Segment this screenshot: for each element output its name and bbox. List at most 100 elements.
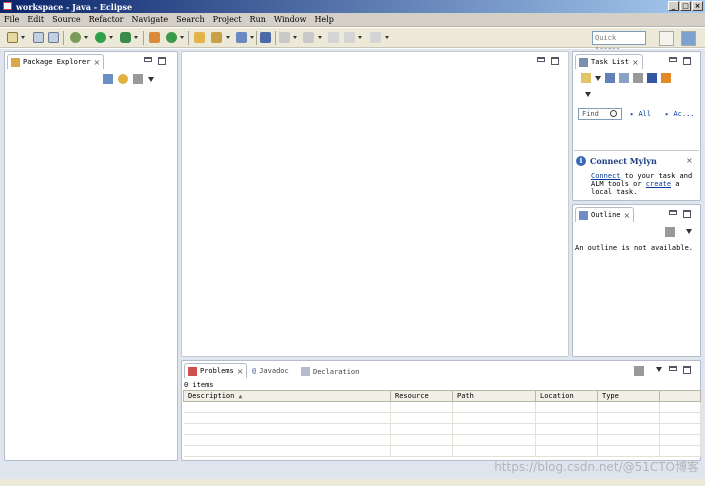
new-class-icon[interactable] <box>166 32 177 43</box>
menu-project[interactable]: Project <box>209 15 246 24</box>
tab-task-list[interactable]: Task List × <box>575 54 643 69</box>
collapse-all-icon[interactable] <box>103 74 113 84</box>
minimize-icon[interactable] <box>144 57 152 62</box>
categorized-icon[interactable] <box>605 73 615 83</box>
tab-javadoc[interactable]: @ Javadoc <box>252 367 289 375</box>
focus-icon[interactable] <box>633 73 643 83</box>
menu-source[interactable]: Source <box>48 15 85 24</box>
new-task-dropdown-icon[interactable] <box>595 75 601 81</box>
menu-run[interactable]: Run <box>246 15 270 24</box>
minimize-icon[interactable] <box>669 210 677 215</box>
save-icon[interactable] <box>33 32 44 43</box>
activate-link[interactable]: ▸ Ac... <box>665 110 695 118</box>
hide-completed-icon[interactable] <box>647 73 657 83</box>
column-type[interactable]: Type <box>597 390 660 402</box>
close-window-button[interactable]: × <box>692 1 703 11</box>
close-icon[interactable]: × <box>632 58 639 67</box>
new-dropdown-icon[interactable] <box>21 36 25 39</box>
info-icon: i <box>576 156 586 166</box>
editor-area[interactable] <box>181 51 569 357</box>
external-dropdown-icon[interactable] <box>134 36 138 39</box>
forward-dropdown-icon[interactable] <box>385 36 389 39</box>
maximize-icon[interactable] <box>158 57 166 65</box>
prev-annotation-icon[interactable] <box>303 32 314 43</box>
open-task-icon[interactable] <box>211 32 222 43</box>
mylyn-title: i Connect Mylyn <box>576 156 657 166</box>
open-task-dropdown-icon[interactable] <box>226 36 230 39</box>
link-with-editor-icon[interactable] <box>118 74 128 84</box>
connect-link[interactable]: Connect <box>591 172 621 180</box>
watermark: https://blog.csdn.net/@51CTO博客 <box>494 460 699 474</box>
maximize-window-button[interactable]: □ <box>680 1 691 11</box>
focus-icon[interactable] <box>634 366 644 376</box>
editor-minimize-icon[interactable] <box>537 57 545 62</box>
create-link[interactable]: create <box>646 180 671 188</box>
tab-package-explorer[interactable]: Package Explorer × <box>7 54 105 69</box>
quick-access-input[interactable]: Quick Access <box>592 31 646 54</box>
find-icon[interactable] <box>610 110 617 117</box>
problems-icon <box>188 366 197 376</box>
close-icon[interactable]: × <box>237 367 244 376</box>
menu-help[interactable]: Help <box>310 15 337 24</box>
run-external-icon[interactable] <box>120 32 131 43</box>
maximize-icon[interactable] <box>683 210 691 218</box>
prev-annotation-dropdown-icon[interactable] <box>318 36 322 39</box>
column-filler <box>659 390 701 402</box>
view-menu-icon[interactable] <box>148 76 154 82</box>
menu-edit[interactable]: Edit <box>23 15 48 24</box>
editor-maximize-icon[interactable] <box>551 57 559 65</box>
new-java-project-icon[interactable] <box>149 32 160 43</box>
new-class-dropdown-icon[interactable] <box>180 36 184 39</box>
debug-dropdown-icon[interactable] <box>84 36 88 39</box>
menu-search[interactable]: Search <box>172 15 208 24</box>
column-description[interactable]: Description ▲ <box>183 390 391 402</box>
new-task-icon[interactable] <box>581 73 591 83</box>
open-perspective-icon[interactable] <box>659 31 674 46</box>
focus-icon[interactable] <box>665 227 675 237</box>
view-menu-icon[interactable] <box>686 229 692 234</box>
minimize-icon[interactable] <box>669 366 677 371</box>
close-icon[interactable]: × <box>686 156 693 165</box>
close-icon[interactable]: × <box>93 58 100 67</box>
debug-icon[interactable] <box>70 32 81 43</box>
menu-refactor[interactable]: Refactor <box>85 15 128 24</box>
synchronize-icon[interactable] <box>661 73 671 83</box>
last-edit-icon[interactable] <box>328 32 339 43</box>
problems-count: 0 items <box>184 381 214 389</box>
tab-problems[interactable]: Problems × <box>184 363 248 378</box>
toggle-mark-icon[interactable] <box>260 32 271 43</box>
run-icon[interactable] <box>95 32 106 43</box>
maximize-icon[interactable] <box>683 366 691 374</box>
tab-declaration[interactable]: Declaration <box>301 367 359 376</box>
new-icon[interactable] <box>7 32 18 43</box>
back-icon[interactable] <box>344 32 355 43</box>
column-location[interactable]: Location <box>535 390 598 402</box>
maximize-icon[interactable] <box>683 57 691 65</box>
save-all-icon[interactable] <box>48 32 59 43</box>
menu-window[interactable]: Window <box>270 15 311 24</box>
java-perspective-icon[interactable] <box>681 31 696 46</box>
menu-navigate[interactable]: Navigate <box>127 15 172 24</box>
outline-label: Outline <box>591 211 621 219</box>
close-icon[interactable]: × <box>624 211 631 220</box>
view-menu-icon[interactable] <box>656 367 662 372</box>
tab-outline[interactable]: Outline × <box>575 207 635 222</box>
back-dropdown-icon[interactable] <box>358 36 362 39</box>
column-path[interactable]: Path <box>452 390 536 402</box>
search-dropdown-icon[interactable] <box>250 36 254 39</box>
minimize-icon[interactable] <box>669 57 677 62</box>
run-dropdown-icon[interactable] <box>109 36 113 39</box>
next-annotation-dropdown-icon[interactable] <box>293 36 297 39</box>
menu-file[interactable]: File <box>0 15 23 24</box>
column-resource[interactable]: Resource <box>390 390 453 402</box>
forward-icon[interactable] <box>370 32 381 43</box>
all-link[interactable]: ▸ All <box>630 110 651 118</box>
view-menu-icon[interactable] <box>585 92 591 97</box>
open-type-icon[interactable] <box>194 32 205 43</box>
focus-icon[interactable] <box>133 74 143 84</box>
minimize-window-button[interactable]: _ <box>668 1 679 11</box>
search-icon[interactable] <box>236 32 247 43</box>
scheduled-icon[interactable] <box>619 73 629 83</box>
next-annotation-icon[interactable] <box>279 32 290 43</box>
problems-label: Problems <box>200 367 234 375</box>
